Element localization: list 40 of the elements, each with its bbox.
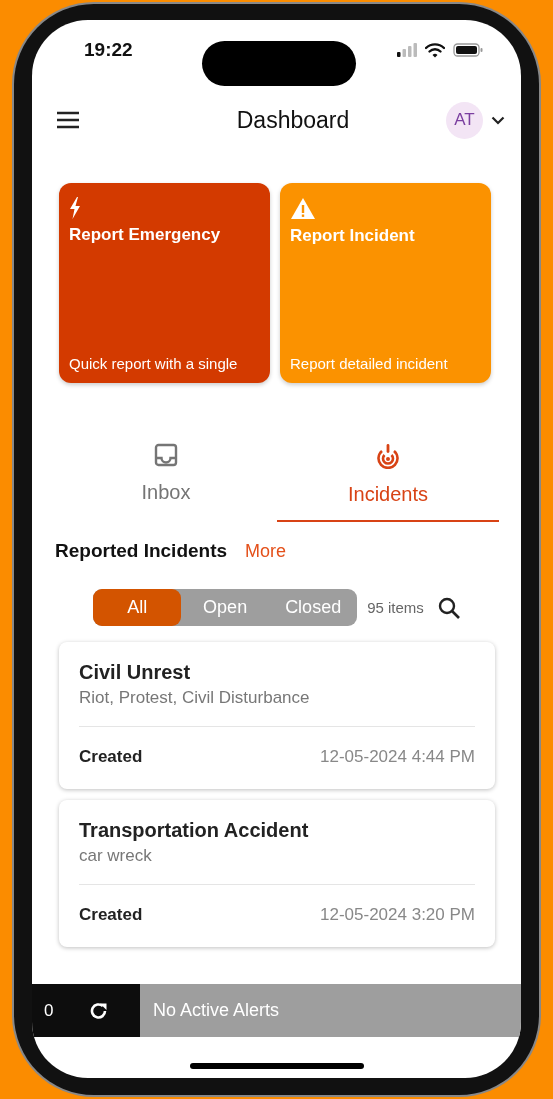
menu-icon[interactable] bbox=[56, 111, 80, 129]
incident-status: Created bbox=[79, 905, 143, 925]
incident-title: Civil Unrest bbox=[79, 661, 192, 684]
card-title: Report Incident bbox=[290, 226, 416, 246]
filter-option[interactable]: All bbox=[93, 589, 182, 626]
incident-tags: Riot, Protest, Civil Disturbance bbox=[79, 688, 475, 708]
incident-card[interactable]: Civil Unrest Riot, Protest, Civil Disturbance Created 12-05-2024 4:44 PM bbox=[59, 642, 495, 789]
item-count: 95 items bbox=[367, 599, 424, 616]
inbox-icon bbox=[154, 443, 178, 467]
incident-tags: car wreck bbox=[79, 846, 475, 866]
chevron-down-icon[interactable] bbox=[491, 115, 505, 125]
card-subtitle: Quick report with a single bbox=[69, 355, 239, 372]
section-title: Reported Incidents bbox=[55, 540, 228, 562]
alert-message: No Active Alerts bbox=[140, 984, 521, 1037]
search-icon[interactable] bbox=[437, 596, 460, 619]
status-time: 19:22 bbox=[84, 39, 133, 61]
alert-count: 0 bbox=[44, 1000, 54, 1021]
incident-date: 12-05-2024 3:20 PM bbox=[320, 905, 475, 925]
more-link[interactable]: More bbox=[245, 540, 287, 562]
incident-title: Transportation Accident bbox=[79, 819, 310, 842]
report-card[interactable]: Report Incident Report detailed incident bbox=[280, 183, 491, 383]
report-card[interactable]: Report Emergency Quick report with a single bbox=[59, 183, 270, 383]
page-title: Dashboard bbox=[236, 106, 350, 134]
incident-card[interactable]: Transportation Accident car wreck Created 12-05-2024 3:20 PM bbox=[59, 800, 495, 947]
card-title: Report Emergency bbox=[69, 225, 222, 245]
wifi-icon bbox=[425, 42, 445, 58]
incident-date: 12-05-2024 4:44 PM bbox=[320, 747, 475, 767]
refresh-icon[interactable] bbox=[89, 1000, 110, 1021]
tab[interactable]: Incidents bbox=[277, 440, 499, 522]
avatar[interactable]: AT bbox=[446, 101, 483, 139]
filter-option[interactable]: Open bbox=[181, 589, 270, 626]
card-subtitle: Report detailed incident bbox=[290, 355, 449, 372]
signal-icon bbox=[397, 43, 417, 57]
alert-target-icon bbox=[375, 443, 401, 469]
tab[interactable]: Inbox bbox=[55, 440, 277, 522]
battery-icon bbox=[453, 43, 483, 57]
filter-option[interactable]: Closed bbox=[269, 589, 358, 626]
warning-icon bbox=[290, 197, 316, 220]
lightning-icon bbox=[69, 197, 81, 219]
incident-status: Created bbox=[79, 747, 143, 767]
